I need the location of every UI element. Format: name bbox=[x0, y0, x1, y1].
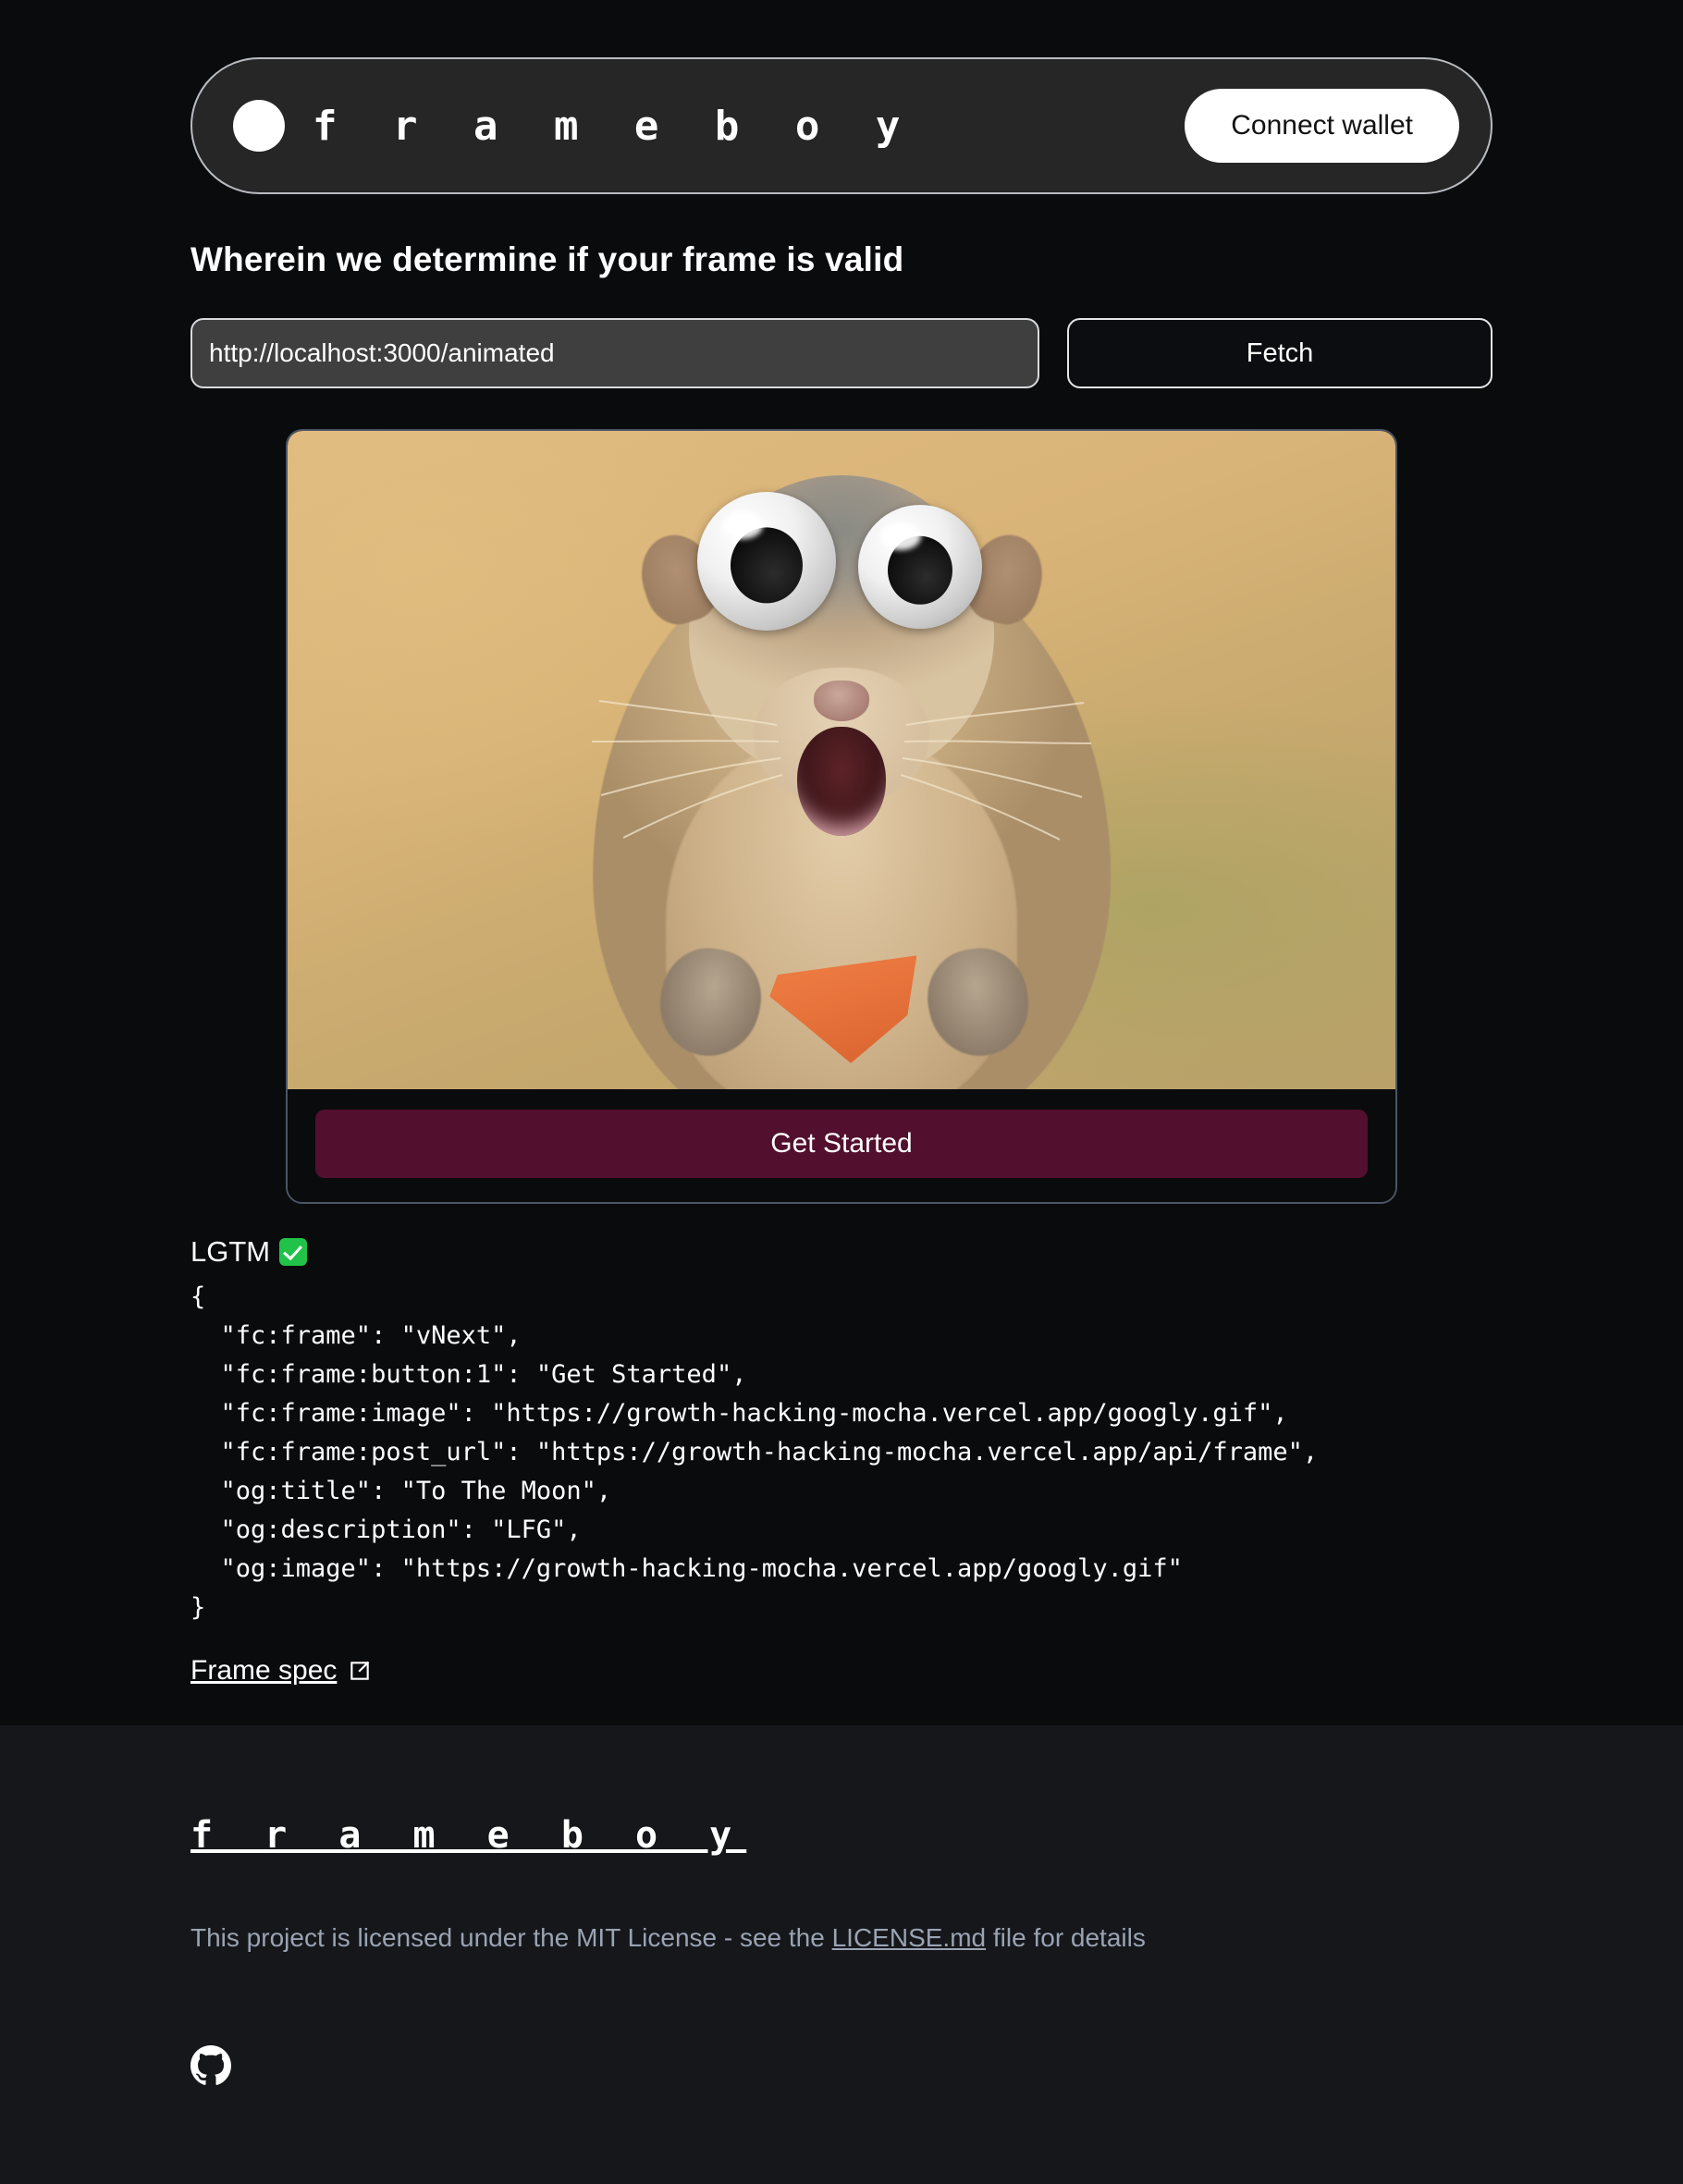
frame-url-input[interactable] bbox=[190, 318, 1039, 388]
license-prefix: This project is licensed under the MIT L… bbox=[190, 1923, 832, 1952]
connect-wallet-button[interactable]: Connect wallet bbox=[1185, 89, 1459, 163]
googly-eye-left bbox=[697, 492, 836, 631]
brand-title: f r a m e b o y bbox=[313, 102, 916, 150]
googly-glint-left bbox=[722, 511, 763, 539]
page-title: Wherein we determine if your frame is va… bbox=[190, 240, 904, 278]
frame-preview-card: Get Started bbox=[286, 429, 1397, 1204]
license-suffix: file for details bbox=[986, 1923, 1146, 1952]
brand-group[interactable]: f r a m e b o y bbox=[233, 100, 915, 152]
github-icon bbox=[190, 2045, 231, 2085]
frame-preview-image bbox=[288, 431, 1395, 1089]
googly-eye-right bbox=[858, 505, 982, 629]
squirrel-nose bbox=[814, 681, 869, 721]
circle-logo-icon bbox=[233, 100, 285, 152]
frame-button-area: Get Started bbox=[288, 1089, 1395, 1202]
app-root: f r a m e b o y Connect wallet Wherein w… bbox=[0, 0, 1683, 2184]
license-link[interactable]: LICENSE.md bbox=[832, 1923, 987, 1952]
fetch-form: Fetch bbox=[190, 318, 1493, 388]
page-footer: f r a m e b o y This project is licensed… bbox=[0, 1725, 1683, 2184]
external-link-icon bbox=[350, 1661, 370, 1680]
green-check-emoji bbox=[279, 1238, 308, 1266]
get-started-button[interactable]: Get Started bbox=[315, 1110, 1368, 1178]
license-text: This project is licensed under the MIT L… bbox=[190, 1923, 1493, 1953]
status-text: LGTM bbox=[190, 1235, 271, 1268]
squirrel-head bbox=[591, 475, 1092, 840]
github-link[interactable] bbox=[190, 2045, 231, 2091]
frame-metadata-code: { "fc:frame": "vNext", "fc:frame:button:… bbox=[190, 1282, 1319, 1622]
frame-spec-link[interactable]: Frame spec bbox=[190, 1655, 372, 1687]
status-badge: LGTM bbox=[190, 1235, 1493, 1269]
footer-brand-link[interactable]: f r a m e b o y bbox=[190, 1814, 746, 1857]
googly-glint-right bbox=[880, 521, 922, 550]
validation-result: LGTM { "fc:frame": "vNext", "fc:frame:bu… bbox=[190, 1235, 1493, 1687]
top-navigation-bar: f r a m e b o y Connect wallet bbox=[190, 57, 1493, 194]
frame-spec-link-label: Frame spec bbox=[190, 1655, 338, 1686]
squirrel-mouth bbox=[797, 727, 886, 836]
main-content: f r a m e b o y Connect wallet Wherein w… bbox=[0, 0, 1683, 1687]
fetch-button[interactable]: Fetch bbox=[1067, 318, 1493, 388]
